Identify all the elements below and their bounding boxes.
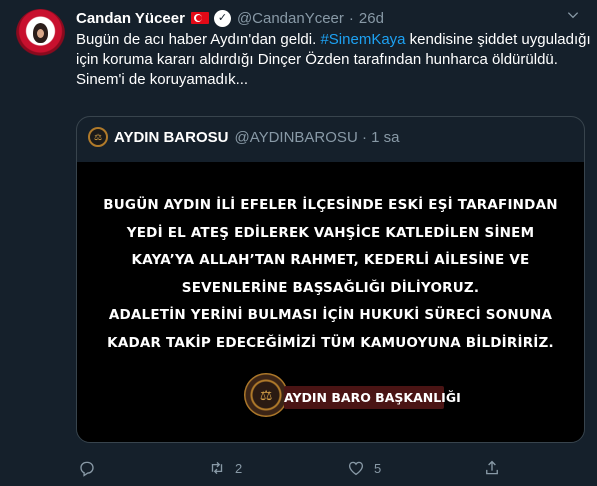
flag-icon: [190, 12, 209, 24]
tweet[interactable]: Candan Yüceer ✓ @CandanYceer · 26d Bugün…: [0, 0, 597, 486]
quoted-author-name: AYDIN BAROSU: [114, 128, 229, 146]
tweet-text-line3: Sinem'i de koruyamadık...: [76, 71, 249, 88]
tweet-header: Candan Yüceer ✓ @CandanYceer · 26d: [76, 8, 384, 28]
tweet-text: Bugün de acı haber Aydın'dan geldi. #Sin…: [76, 30, 591, 90]
image-line: YEDİ EL ATEŞ EDİLEREK VAHŞİCE KATLEDİLEN…: [126, 224, 535, 241]
image-line: KADAR TAKİP EDECEĞİMİZİ TÜM KAMUOYUNA Bİ…: [107, 334, 554, 351]
share-icon: [486, 460, 498, 475]
separator-dot: ·: [348, 9, 354, 27]
image-line: BUGÜN AYDIN İLİ EFELER İLÇESİNDE ESKİ EŞ…: [103, 197, 558, 213]
quoted-tweet[interactable]: ⚖ AYDIN BAROSU @AYDINBAROSU · 1 sa BUGÜN…: [76, 116, 585, 443]
share-button[interactable]: [483, 457, 501, 479]
retweet-icon: [211, 461, 223, 475]
tweet-time[interactable]: 26d: [359, 10, 384, 27]
caret-down-icon[interactable]: [563, 8, 583, 26]
image-line: SEVENLERİNE BAŞSAĞLIĞI DİLİYORUZ.: [181, 279, 480, 296]
hashtag-link[interactable]: #SinemKaya: [320, 31, 405, 48]
author-name[interactable]: Candan Yüceer: [76, 10, 185, 27]
tweet-text-line1-end: kendisine şiddet uyguladığı: [405, 31, 591, 48]
tweet-text-line2: için koruma kararı aldırdığı Dinçer Özde…: [76, 51, 558, 68]
reply-button[interactable]: [78, 457, 105, 479]
tweet-text-line1-start: Bugün de acı haber Aydın'dan geldi.: [76, 31, 321, 48]
image-statement: BUGÜN AYDIN İLİ EFELER İLÇESİNDE ESKİ EŞ…: [77, 192, 584, 358]
quoted-avatar: ⚖: [88, 127, 108, 147]
image-line: KAYA’YA ALLAH’TAN RAHMET, KEDERLİ AİLESİ…: [131, 252, 530, 269]
retweet-count: 2: [235, 460, 243, 476]
like-icon: [348, 461, 364, 476]
avatar[interactable]: [16, 9, 65, 58]
quoted-tweet-header: ⚖ AYDIN BAROSU @AYDINBAROSU · 1 sa: [88, 127, 399, 147]
quoted-image[interactable]: BUGÜN AYDIN İLİ EFELER İLÇESİNDE ESKİ EŞ…: [77, 162, 584, 442]
author-handle[interactable]: @CandanYceer: [237, 10, 344, 27]
reply-icon: [80, 461, 94, 477]
bar-seal-logo: ⚖: [244, 373, 288, 417]
verified-icon: ✓: [213, 9, 231, 27]
like-button[interactable]: 5: [347, 457, 381, 479]
quoted-author-handle: @AYDINBAROSU · 1 sa: [234, 128, 400, 146]
like-count: 5: [374, 460, 382, 476]
retweet-button[interactable]: 2: [208, 457, 242, 479]
tweet-actions: 2 5: [76, 457, 536, 479]
signature-banner: AYDIN BARO BAŞKANLIĞI: [284, 386, 461, 409]
image-line: ADALETİN YERİNİ BULMASI İÇİN HUKUKİ SÜRE…: [108, 307, 553, 324]
